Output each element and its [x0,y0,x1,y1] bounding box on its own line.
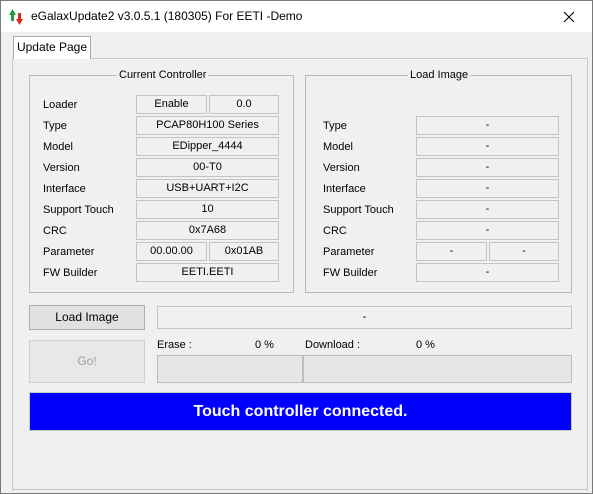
download-label: Download : [305,339,361,351]
current_controller-row-label: Type [43,120,67,132]
go-button-label: Go! [77,354,97,368]
status-banner: Touch controller connected. [29,392,572,431]
load_image-row-label: CRC [323,225,347,237]
current_controller-row-label: Model [43,141,73,153]
load_image-row-label: FW Builder [323,267,378,279]
load_image-row-value: - [489,242,559,261]
title-bar[interactable]: eGalaxUpdate2 v3.0.5.1 (180305) For EETI… [1,1,592,32]
current_controller-row-label: Parameter [43,246,95,258]
current_controller-row-label: Support Touch [43,204,114,216]
window-title: eGalaxUpdate2 v3.0.5.1 (180305) For EETI… [31,9,303,23]
app-arrows-icon [9,9,23,25]
load_image-row-value: - [416,200,559,219]
load_image-row-label: Type [323,120,347,132]
load-image-button[interactable]: Load Image [29,305,145,330]
current_controller-row-label: FW Builder [43,267,98,279]
current_controller-row-value: Enable [136,95,207,114]
app-window: eGalaxUpdate2 v3.0.5.1 (180305) For EETI… [0,0,593,494]
load_image-row-value: - [416,116,559,135]
current_controller-row-label: CRC [43,225,67,237]
tab-update-page[interactable]: Update Page [13,36,91,59]
close-button[interactable] [546,1,592,32]
download-progress-bar [303,355,572,383]
current_controller-row-value: 0x01AB [209,242,279,261]
load_image-row-label: Support Touch [323,204,394,216]
load_image-row-value: - [416,158,559,177]
group-title: Current Controller [117,68,209,82]
load_image-row-label: Version [323,162,360,174]
current_controller-row-value: 00.00.00 [136,242,207,261]
group-title: Load Image [408,68,471,82]
erase-progress-bar [157,355,303,383]
go-button[interactable]: Go! [29,340,145,383]
current_controller-row-value: 00-T0 [136,158,279,177]
current_controller-row-value: EETI.EETI [136,263,279,282]
load_image-row-value: - [416,242,487,261]
erase-percent: 0 % [255,339,274,351]
load_image-row-value: - [416,137,559,156]
load_image-row-value: - [416,179,559,198]
load_image-row-label: Parameter [323,246,375,258]
image-path-value: - [362,311,367,323]
close-icon [563,11,575,23]
current_controller-row-value: 0x7A68 [136,221,279,240]
download-percent: 0 % [416,339,435,351]
current_controller-row-label: Loader [43,99,78,111]
status-message: Touch controller connected. [193,403,408,420]
current_controller-row-label: Interface [43,183,86,195]
current_controller-row-value: EDipper_4444 [136,137,279,156]
load_image-row-value: - [416,221,559,240]
current_controller-row-value: 10 [136,200,279,219]
load_image-row-value: - [416,263,559,282]
current_controller-row-value: PCAP80H100 Series [136,116,279,135]
current_controller-row-value: USB+UART+I2C [136,179,279,198]
load-image-button-label: Load Image [55,310,119,324]
current_controller-row-label: Version [43,162,80,174]
current_controller-row-value: 0.0 [209,95,279,114]
erase-label: Erase : [157,339,192,351]
load_image-row-label: Model [323,141,353,153]
load_image-row-label: Interface [323,183,366,195]
image-path-field: - [157,306,572,329]
